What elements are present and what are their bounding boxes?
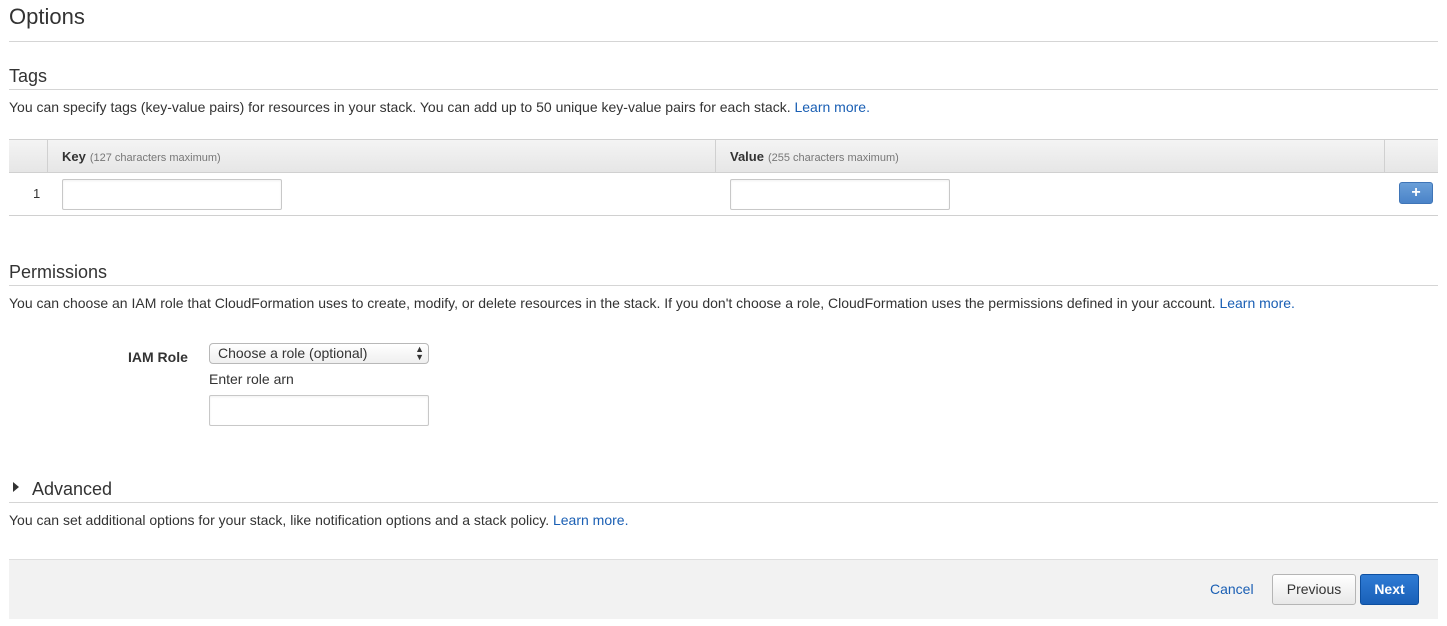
next-button[interactable]: Next (1360, 574, 1419, 605)
permissions-description: You can choose an IAM role that CloudFor… (9, 295, 1295, 311)
tags-divider (9, 89, 1438, 90)
iam-role-label: IAM Role (128, 349, 188, 365)
tags-description: You can specify tags (key-value pairs) f… (9, 99, 870, 115)
tags-section-title: Tags (9, 66, 48, 86)
title-divider (9, 41, 1438, 42)
key-column-hint: (127 characters maximum) (89, 152, 221, 164)
tag-value-input[interactable] (730, 179, 950, 210)
permissions-divider (9, 285, 1438, 286)
value-column-label: Value (730, 149, 764, 164)
advanced-description-text: You can set additional options for your … (9, 512, 550, 528)
column-divider (47, 140, 48, 173)
permissions-learn-more-link[interactable]: Learn more. (1219, 295, 1294, 311)
advanced-description: You can set additional options for your … (9, 512, 628, 528)
tags-table: Key (127 characters maximum) Value (255 ch… (9, 139, 1438, 216)
tags-learn-more-link[interactable]: Learn more. (794, 99, 869, 115)
permissions-description-text: You can choose an IAM role that CloudFor… (9, 295, 1216, 311)
cancel-button[interactable]: Cancel (1210, 581, 1254, 597)
plus-icon: + (1411, 184, 1421, 201)
key-column-header: Key (127 characters maximum) (62, 149, 221, 164)
row-number: 1 (33, 186, 41, 201)
key-column-label: Key (62, 149, 86, 164)
column-divider (715, 140, 716, 173)
tag-key-input[interactable] (62, 179, 282, 210)
iam-role-select[interactable]: Choose a role (optional) ▲ ▼ (209, 343, 429, 364)
caret-right-icon[interactable] (13, 482, 19, 492)
table-row: 1 + (9, 173, 1438, 216)
iam-role-select-value: Choose a role (optional) (218, 345, 368, 361)
advanced-divider (9, 502, 1438, 503)
page-title: Options (9, 4, 85, 29)
value-column-hint: (255 characters maximum) (767, 152, 899, 164)
tags-description-text: You can specify tags (key-value pairs) f… (9, 99, 791, 115)
previous-button[interactable]: Previous (1272, 574, 1356, 605)
value-column-header: Value (255 characters maximum) (730, 149, 899, 164)
add-tag-button[interactable]: + (1399, 182, 1433, 204)
role-arn-input[interactable] (209, 395, 429, 426)
advanced-learn-more-link[interactable]: Learn more. (553, 512, 628, 528)
advanced-section-toggle[interactable]: Advanced (32, 479, 112, 500)
select-arrows-icon: ▲ ▼ (415, 344, 424, 362)
tags-table-header: Key (127 characters maximum) Value (255 ch… (9, 139, 1438, 173)
role-arn-label: Enter role arn (209, 371, 294, 387)
permissions-section-title: Permissions (9, 262, 108, 282)
column-divider (1384, 140, 1385, 173)
